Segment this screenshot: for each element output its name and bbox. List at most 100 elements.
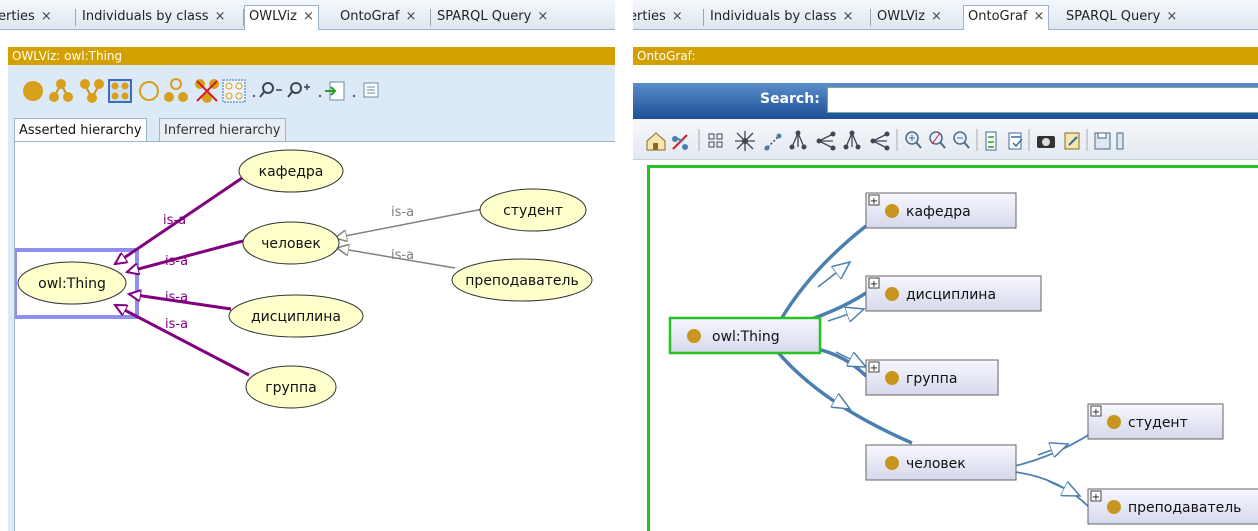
node-label: owl:Thing [38,276,106,292]
zoom-in-icon[interactable] [905,131,922,149]
node-chelovek[interactable]: человек [242,221,340,265]
home-icon[interactable] [646,132,666,151]
close-icon[interactable]: × [672,9,683,24]
tab-label: OWLViz [877,9,925,24]
tab-asserted-hierarchy[interactable]: Asserted hierarchy [14,118,147,142]
class-dot-icon [1107,500,1121,514]
zoom-in-icon[interactable] [287,82,310,98]
class-dot-icon [885,204,899,218]
overflow-icon[interactable] [1116,132,1124,150]
node-gruppa[interactable]: + группа [865,359,999,396]
grid-layout-icon[interactable] [708,133,723,148]
tab-sparql-query[interactable]: SPARQL Query × [437,6,548,28]
view-title: OWLViz: owl:Thing [8,47,615,65]
tree-vertical-alt-icon[interactable] [843,130,861,150]
arcs-icon[interactable] [1008,132,1023,150]
expand-glyph: + [870,196,878,207]
toolbar-icons [646,129,1124,151]
zoom-out-icon[interactable] [259,82,282,98]
hide-all-icon[interactable] [222,79,246,103]
node-student[interactable]: студент [479,188,587,232]
show-superclasses-icon[interactable] [80,79,104,103]
node-owl-thing[interactable]: owl:Thing [17,261,127,305]
tab-bar: erties × Individuals by class × OWLViz × On… [0,0,615,30]
camera-icon[interactable] [1037,136,1055,148]
zoom-out-icon[interactable] [953,131,970,149]
tab-label: erties [633,9,666,24]
node-label: преподаватель [1128,500,1241,516]
node-label: человек [906,456,966,472]
hide-subclasses-icon[interactable] [164,78,188,102]
node-kafedra[interactable]: кафедра [238,149,344,193]
search-input[interactable] [827,87,1258,113]
hide-class-icon[interactable] [139,81,159,101]
close-icon[interactable]: × [843,9,854,24]
node-chelovek[interactable]: человек [865,444,1017,481]
tab-ontograf[interactable]: OntoGraf × [963,5,1050,30]
node-disciplina[interactable]: + дисциплина [865,275,1042,312]
tab-sparql-query[interactable]: SPARQL Query × [1066,6,1177,28]
close-icon[interactable]: × [931,9,942,24]
close-icon[interactable]: × [1033,9,1044,24]
expand-glyph: + [870,363,878,374]
hide-superclasses-icon[interactable] [195,79,219,103]
filter-icon[interactable] [985,131,997,151]
node-disciplina[interactable]: дисциплина [228,294,364,338]
edge-label: is-a [165,317,188,332]
tab-properties[interactable]: erties × [633,6,683,28]
edge-label: is-a [391,248,414,263]
node-kafedra[interactable]: + кафедра [865,192,1017,229]
show-all-icon[interactable] [108,79,132,103]
tab-separator [430,9,431,26]
tab-inferred-hierarchy[interactable]: Inferred hierarchy [159,118,286,142]
tab-label: erties [0,9,35,24]
tree-horizontal-alt-icon[interactable] [870,131,890,151]
tab-owlviz[interactable]: OWLViz × [877,6,942,28]
owlviz-toolbar [23,78,379,103]
view-title: OntoGraf: [633,47,1258,65]
tab-label: Individuals by class [82,9,209,24]
class-dot-icon [885,287,899,301]
tab-owlviz[interactable]: OWLViz × [244,5,319,30]
node-prepodavatel[interactable]: преподаватель [451,258,593,302]
node-gruppa[interactable]: группа [245,365,337,409]
tab-individuals-by-class[interactable]: Individuals by class × [710,6,853,28]
close-icon[interactable]: × [1166,9,1177,24]
save-icon[interactable] [1094,132,1111,150]
spring-layout-icon[interactable] [764,133,782,151]
ontograf-panel: erties × Individuals by class × OWLViz × On… [633,0,1258,531]
close-icon[interactable]: × [215,9,226,24]
ontograf-graph-canvas[interactable]: owl:Thing + кафедра + дисциплина + групп… [647,165,1258,531]
node-prepodavatel[interactable]: + преподаватель [1087,488,1258,525]
node-student[interactable]: + студент [1087,403,1224,440]
show-class-icon[interactable] [23,81,43,101]
node-label: группа [906,371,957,387]
tree-vertical-icon[interactable] [789,130,807,150]
node-owl-thing[interactable]: owl:Thing [668,316,822,355]
export-icon[interactable] [325,81,345,101]
expand-glyph: + [1092,407,1100,418]
close-icon[interactable]: × [537,9,548,24]
ontograf-graph: owl:Thing + кафедра + дисциплина + групп… [668,192,1258,525]
tab-individuals-by-class[interactable]: Individuals by class × [82,6,225,28]
close-icon[interactable]: × [41,9,52,24]
edge-arrow [1047,480,1080,496]
node-label: дисциплина [251,309,341,325]
search-bar: Search: [633,83,1258,119]
class-dot-icon [1107,415,1121,429]
notes-icon[interactable] [1064,132,1080,150]
tab-ontograf[interactable]: OntoGraf × [340,6,416,28]
zoom-reset-icon[interactable] [929,131,946,149]
edge-label: is-a [391,205,414,220]
radial-layout-icon[interactable] [735,131,755,151]
show-subclasses-icon[interactable] [49,79,73,102]
owlviz-graph-canvas[interactable]: is-a is-a is-a is-a is-a is-a owl:Thing … [13,141,615,531]
tab-properties[interactable]: erties × [0,6,52,28]
tree-horizontal-icon[interactable] [816,131,836,151]
edge-label: is-a [165,254,188,269]
close-icon[interactable]: × [405,9,416,24]
node-label: owl:Thing [712,329,780,345]
close-icon[interactable]: × [303,9,314,24]
reset-icon[interactable] [672,134,688,150]
options-icon[interactable] [363,82,379,98]
